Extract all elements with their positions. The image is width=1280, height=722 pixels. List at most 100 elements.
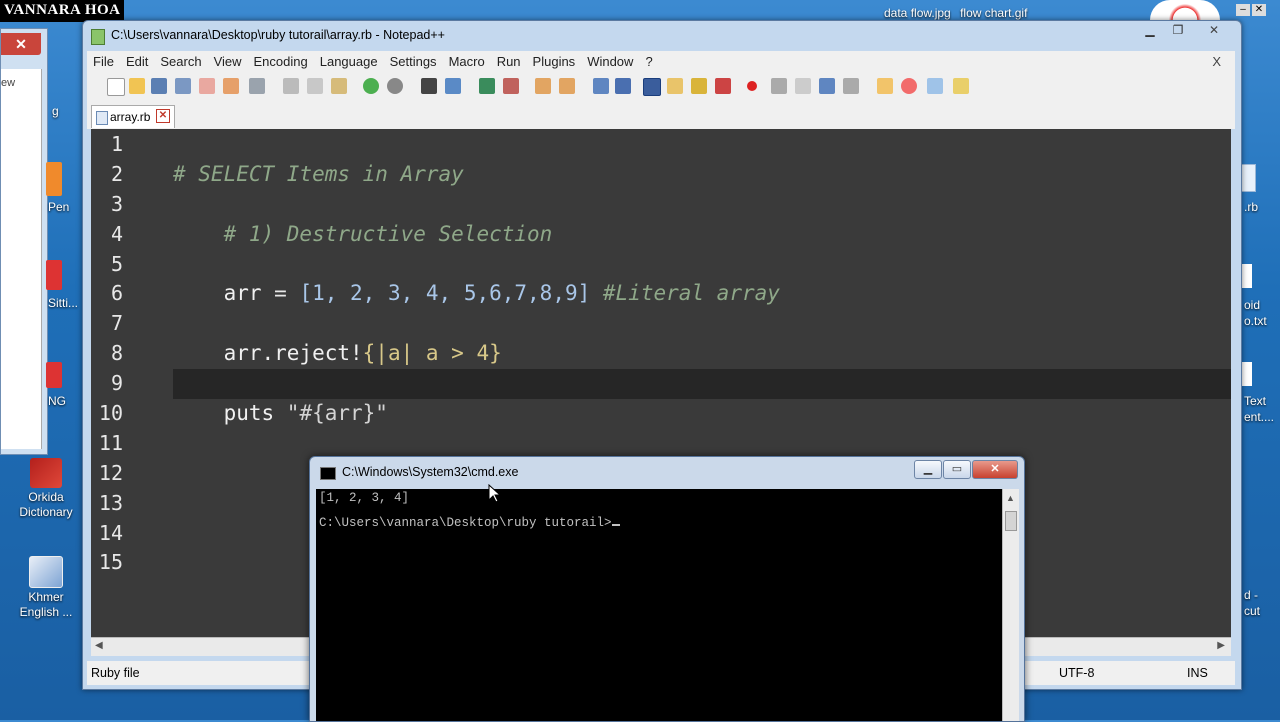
status-encoding: UTF-8 bbox=[1059, 666, 1095, 680]
sync-v-icon[interactable] bbox=[535, 78, 551, 94]
line-number: 3 bbox=[110, 191, 123, 216]
code-operator: = bbox=[261, 281, 300, 306]
maximize-button[interactable]: ❐ bbox=[1165, 21, 1191, 39]
close-icon[interactable]: ✕ bbox=[1, 33, 41, 55]
function-list-icon[interactable] bbox=[715, 78, 731, 94]
pen-icon[interactable] bbox=[46, 162, 62, 196]
window-title: C:\Users\vannara\Desktop\ruby tutorail\a… bbox=[111, 28, 445, 42]
menu-encoding[interactable]: Encoding bbox=[248, 51, 314, 73]
replace-icon[interactable] bbox=[445, 78, 461, 94]
app-icon-red-2[interactable] bbox=[46, 362, 62, 388]
plugin-icon[interactable] bbox=[953, 78, 969, 94]
code-comment: # 1) Destructive Selection bbox=[223, 221, 553, 246]
record-macro-icon[interactable] bbox=[747, 81, 757, 91]
minimize-icon[interactable]: – bbox=[1236, 4, 1250, 16]
find-icon[interactable] bbox=[421, 78, 437, 94]
menu-view[interactable]: View bbox=[208, 51, 248, 73]
sync-h-icon[interactable] bbox=[559, 78, 575, 94]
save-macro-icon[interactable] bbox=[843, 78, 859, 94]
word-wrap-icon[interactable] bbox=[593, 78, 609, 94]
desktop-fragment-cut: cut bbox=[1244, 604, 1261, 618]
line-number: 13 bbox=[98, 490, 123, 515]
minimize-button[interactable]: ▁ bbox=[1137, 21, 1163, 39]
heart-icon[interactable] bbox=[901, 78, 917, 94]
cmd-minimize-button[interactable]: ▁ bbox=[914, 460, 942, 479]
zoom-out-icon[interactable] bbox=[503, 78, 519, 94]
desktop-fragment-ent: ent.... bbox=[1244, 410, 1275, 424]
cmd-vertical-scrollbar[interactable]: ▲ bbox=[1002, 489, 1019, 721]
line-number: 14 bbox=[98, 520, 123, 545]
indent-guide-icon[interactable] bbox=[643, 78, 661, 96]
close-document-button[interactable]: X bbox=[1206, 51, 1227, 73]
desktop-fragment-d: d - bbox=[1244, 588, 1259, 602]
save-icon[interactable] bbox=[151, 78, 167, 94]
code-array-literal: [1, 2, 3, 4, 5,6,7,8,9] bbox=[299, 281, 591, 306]
menu-file[interactable]: File bbox=[87, 51, 120, 73]
paste-icon[interactable] bbox=[331, 78, 347, 94]
code-method-call: arr.reject! bbox=[223, 341, 363, 366]
cmd-window[interactable]: C:\Windows\System32\cmd.exe ▁ ▭ ✕ [1, 2, 3… bbox=[309, 456, 1025, 722]
play-macro-icon[interactable] bbox=[795, 78, 811, 94]
redo-icon[interactable] bbox=[387, 78, 403, 94]
window-titlebar[interactable]: C:\Users\vannara\Desktop\ruby tutorail\a… bbox=[83, 21, 1241, 51]
app-icon-red[interactable] bbox=[46, 260, 62, 290]
cmd-console[interactable]: [1, 2, 3, 4] C:\Users\vannara\Desktop\ru… bbox=[316, 489, 1002, 721]
menu-edit[interactable]: Edit bbox=[120, 51, 154, 73]
zoom-in-icon[interactable] bbox=[479, 78, 495, 94]
save-all-icon[interactable] bbox=[175, 78, 191, 94]
menu-run[interactable]: Run bbox=[491, 51, 527, 73]
doc-map-icon[interactable] bbox=[691, 78, 707, 94]
tab-array-rb[interactable]: array.rb ✕ bbox=[91, 105, 175, 128]
new-file-icon[interactable] bbox=[107, 78, 125, 96]
menu-language[interactable]: Language bbox=[314, 51, 384, 73]
desktop-icon-khmer-english[interactable]: Khmer English ... bbox=[10, 556, 82, 620]
undo-icon[interactable] bbox=[363, 78, 379, 94]
menu-search[interactable]: Search bbox=[154, 51, 207, 73]
menu-macro[interactable]: Macro bbox=[443, 51, 491, 73]
cmd-maximize-button[interactable]: ▭ bbox=[943, 460, 971, 479]
run-macro-multiple-icon[interactable] bbox=[819, 78, 835, 94]
scroll-up-icon[interactable]: ▲ bbox=[1006, 493, 1015, 503]
cmd-close-button[interactable]: ✕ bbox=[972, 460, 1018, 479]
line-number-gutter: 1 2 3 4 5 6 7 8 9 10 11 12 13 14 15 bbox=[91, 129, 167, 637]
toolbar bbox=[87, 73, 1235, 100]
close-icon[interactable] bbox=[199, 78, 215, 94]
left-fragment-ew: ew bbox=[1, 77, 16, 89]
copy-icon[interactable] bbox=[307, 78, 323, 94]
open-file-icon[interactable] bbox=[129, 78, 145, 94]
cmd-titlebar[interactable]: C:\Windows\System32\cmd.exe ▁ ▭ ✕ bbox=[310, 457, 1024, 487]
line-number: 8 bbox=[110, 341, 123, 366]
stop-macro-icon[interactable] bbox=[771, 78, 787, 94]
scroll-left-icon[interactable]: ◀ bbox=[95, 640, 103, 651]
code-string: "#{arr}" bbox=[286, 401, 388, 426]
cut-icon[interactable] bbox=[283, 78, 299, 94]
close-button[interactable]: ✕ bbox=[1193, 21, 1235, 39]
file-icon bbox=[96, 111, 108, 125]
code-line-4: # 1) Destructive Selection bbox=[173, 219, 1231, 249]
menu-settings[interactable]: Settings bbox=[384, 51, 443, 73]
show-all-chars-icon[interactable] bbox=[615, 78, 631, 94]
menu-window[interactable]: Window bbox=[581, 51, 639, 73]
scroll-thumb[interactable] bbox=[1005, 511, 1017, 531]
close-all-icon[interactable] bbox=[223, 78, 239, 94]
desktop-icon-orkida[interactable]: Orkida Dictionary bbox=[10, 458, 82, 520]
close-icon[interactable]: ✕ bbox=[1252, 4, 1266, 16]
file-icon[interactable] bbox=[1240, 164, 1256, 192]
desktop-file-flow-chart[interactable]: flow chart.gif bbox=[960, 6, 1027, 20]
tab-close-icon[interactable]: ✕ bbox=[156, 109, 170, 123]
menu-plugins[interactable]: Plugins bbox=[527, 51, 582, 73]
menu-help[interactable]: ? bbox=[639, 51, 658, 73]
desktop-icon-label: Orkida bbox=[28, 490, 64, 504]
folder-workspace-icon[interactable] bbox=[877, 78, 893, 94]
monitor-icon[interactable] bbox=[927, 78, 943, 94]
desktop-fragment-rb: .rb bbox=[1244, 200, 1259, 214]
desktop-file-data-flow[interactable]: data flow.jpg bbox=[884, 6, 951, 20]
print-icon[interactable] bbox=[249, 78, 265, 94]
background-window-left[interactable]: ✕ ew bbox=[0, 28, 48, 455]
line-number: 1 bbox=[110, 132, 123, 156]
lang-icon[interactable] bbox=[667, 78, 683, 94]
scroll-right-icon[interactable]: ▶ bbox=[1217, 640, 1225, 651]
